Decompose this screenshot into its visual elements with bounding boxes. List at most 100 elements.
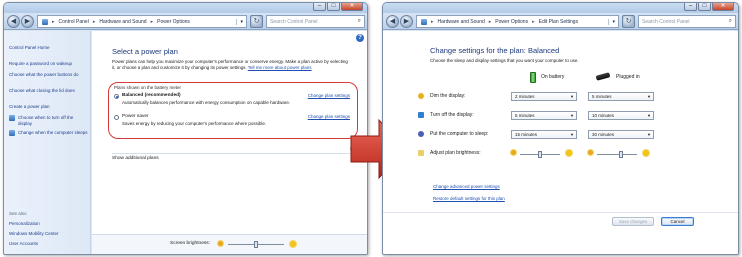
chevron-down-icon: ▼: [570, 113, 574, 118]
show-additional-plans[interactable]: Show additional plans ⌄: [112, 145, 358, 161]
setting-row-brightness: Adjust plan brightness:: [418, 149, 708, 159]
minimize-button[interactable]: –: [684, 3, 697, 11]
select-value: 10 minutes: [592, 113, 615, 118]
battery-brightness-slider[interactable]: [520, 151, 560, 158]
plan-description: Saves energy by reducing your computer's…: [122, 121, 267, 126]
breadcrumb-item[interactable]: Hardware and Sound: [438, 19, 485, 25]
back-button[interactable]: ◀: [386, 15, 399, 28]
plan-description: Automatically balances performance with …: [122, 100, 291, 105]
slider-thumb[interactable]: [538, 151, 542, 158]
breadcrumb[interactable]: ▸ Hardware and Sound ▸ Power Options ▸ E…: [416, 15, 619, 28]
advanced-settings-link[interactable]: Change advanced power settings: [433, 184, 500, 189]
save-changes-button[interactable]: Save changes: [612, 217, 654, 226]
sidebar-item-personalization[interactable]: Personalization: [9, 221, 87, 227]
search-input[interactable]: Search Control Panel ⌕: [266, 15, 365, 28]
sidebar-item-mobility-center[interactable]: Windows Mobility Center: [9, 231, 87, 237]
setting-label: Put the computer to sleep:: [430, 131, 489, 137]
sidebar-item-power-buttons[interactable]: Choose what the power buttons do: [9, 72, 87, 78]
sidebar-item-home[interactable]: Control Panel Home: [9, 45, 87, 51]
slider-thumb[interactable]: [254, 241, 258, 248]
maximize-button[interactable]: □: [327, 3, 340, 11]
breadcrumb-item[interactable]: Edit Plan Settings: [539, 19, 578, 25]
sidebar-item-lid[interactable]: Choose what closing the lid does: [9, 88, 87, 94]
search-placeholder: Search Control Panel: [270, 19, 318, 25]
additional-plans-label: Show additional plans: [112, 156, 159, 161]
control-panel-icon: [421, 18, 427, 25]
breadcrumb-item[interactable]: Control Panel: [59, 19, 89, 25]
display-off-plugged-in-select[interactable]: 10 minutes ▼: [588, 111, 654, 120]
help-icon[interactable]: ?: [356, 34, 364, 42]
power-options-window: – □ ✕ ◀ ▶ ▸ Control Panel ▸ Hardware and…: [3, 2, 368, 255]
display-off-icon: [418, 112, 424, 118]
main-content: Change settings for the plan: Balanced C…: [383, 31, 738, 254]
see-also-heading: See also: [9, 211, 27, 216]
sidebar-item-create-plan[interactable]: Create a power plan: [9, 104, 87, 110]
brightness-icon: [418, 150, 424, 156]
display-off-on-battery-select[interactable]: 5 minutes ▼: [511, 111, 577, 120]
plugged-brightness-slider[interactable]: [597, 151, 637, 158]
back-button[interactable]: ◀: [7, 15, 20, 28]
address-bar: ◀ ▶ ▸ Control Panel ▸ Hardware and Sound…: [4, 13, 367, 30]
change-plan-settings-link[interactable]: Change plan settings: [308, 114, 350, 119]
maximize-button[interactable]: □: [698, 3, 711, 11]
forward-button[interactable]: ▶: [400, 15, 413, 28]
breadcrumb-item[interactable]: Power Options: [495, 19, 528, 25]
brightness-high-icon: [290, 241, 296, 247]
tell-me-more-link[interactable]: Tell me more about power plans: [248, 65, 312, 70]
select-value: 5 minutes: [592, 94, 612, 99]
window-caption-buttons: – □ ✕: [684, 3, 734, 12]
plan-balanced[interactable]: Balanced (recommended) Change plan setti…: [114, 93, 352, 109]
sleep-on-battery-select[interactable]: 15 minutes ▼: [511, 130, 577, 139]
breadcrumb-item[interactable]: Hardware and Sound: [99, 19, 146, 25]
chevron-down-icon: ▼: [647, 132, 651, 137]
cancel-button[interactable]: Cancel: [661, 217, 694, 226]
slider-thumb[interactable]: [619, 151, 623, 158]
close-button[interactable]: ✕: [712, 3, 734, 11]
sidebar-item-password[interactable]: Require a password on wakeup: [9, 61, 87, 67]
forward-button[interactable]: ▶: [21, 15, 34, 28]
setting-label: Adjust plan brightness:: [430, 150, 481, 156]
refresh-icon[interactable]: ↻: [250, 15, 263, 28]
change-plan-settings-link[interactable]: Change plan settings: [308, 93, 350, 98]
dim-plugged-in-select[interactable]: 5 minutes ▼: [588, 92, 654, 101]
brightness-low-icon: [588, 150, 593, 155]
title-bar: – □ ✕: [4, 3, 367, 13]
chevron-down-icon: ▼: [570, 94, 574, 99]
breadcrumb[interactable]: ▸ Control Panel ▸ Hardware and Sound ▸ P…: [37, 15, 247, 28]
dim-on-battery-select[interactable]: 2 minutes ▼: [511, 92, 577, 101]
search-input[interactable]: Search Control Panel ⌕: [638, 15, 736, 28]
search-icon[interactable]: ⌕: [358, 18, 361, 25]
sidebar-item-sleep[interactable]: Change when the computer sleeps: [9, 130, 88, 136]
breadcrumb-item[interactable]: Power Options: [157, 19, 190, 25]
title-bar: – □ ✕: [383, 3, 738, 13]
page-subtitle: Choose the sleep and display settings th…: [430, 58, 579, 63]
select-value: 5 minutes: [515, 113, 535, 118]
address-bar: ◀ ▶ ▸ Hardware and Sound ▸ Power Options…: [383, 13, 738, 30]
plan-radio[interactable]: [114, 115, 119, 120]
select-value: 30 minutes: [592, 132, 615, 137]
chevron-down-icon: ▼: [570, 132, 574, 137]
sidebar: Control Panel Home Require a password on…: [4, 31, 91, 254]
breadcrumb-separator: ▸: [431, 18, 434, 25]
chevron-down-icon[interactable]: ▾: [608, 18, 618, 25]
sidebar-item-user-accounts[interactable]: User Accounts: [9, 241, 87, 247]
setting-label: Dim the display:: [430, 93, 466, 99]
restore-defaults-link[interactable]: Restore default settings for this plan: [433, 196, 505, 201]
setting-label: Turn off the display:: [430, 112, 474, 118]
select-value: 15 minutes: [515, 132, 538, 137]
chevron-down-icon[interactable]: ▾: [236, 18, 246, 25]
footer-divider: [383, 212, 738, 213]
minimize-button[interactable]: –: [313, 3, 326, 11]
plan-power-saver[interactable]: Power saver Change plan settings Saves e…: [114, 114, 352, 130]
search-icon[interactable]: ⌕: [729, 18, 732, 25]
plan-radio-selected[interactable]: [114, 94, 119, 99]
sidebar-item-display[interactable]: Choose when to turn off the display: [9, 115, 88, 126]
setting-row-sleep: Put the computer to sleep: 15 minutes ▼ 3…: [418, 130, 708, 140]
sleep-plugged-in-select[interactable]: 30 minutes ▼: [588, 130, 654, 139]
screen-brightness-slider[interactable]: [228, 241, 284, 248]
close-button[interactable]: ✕: [341, 3, 363, 11]
screen-brightness-label: Screen brightness:: [170, 241, 210, 246]
chevron-down-icon: ▼: [647, 94, 651, 99]
breadcrumb-separator: ▸: [92, 18, 96, 25]
refresh-icon[interactable]: ↻: [622, 15, 635, 28]
